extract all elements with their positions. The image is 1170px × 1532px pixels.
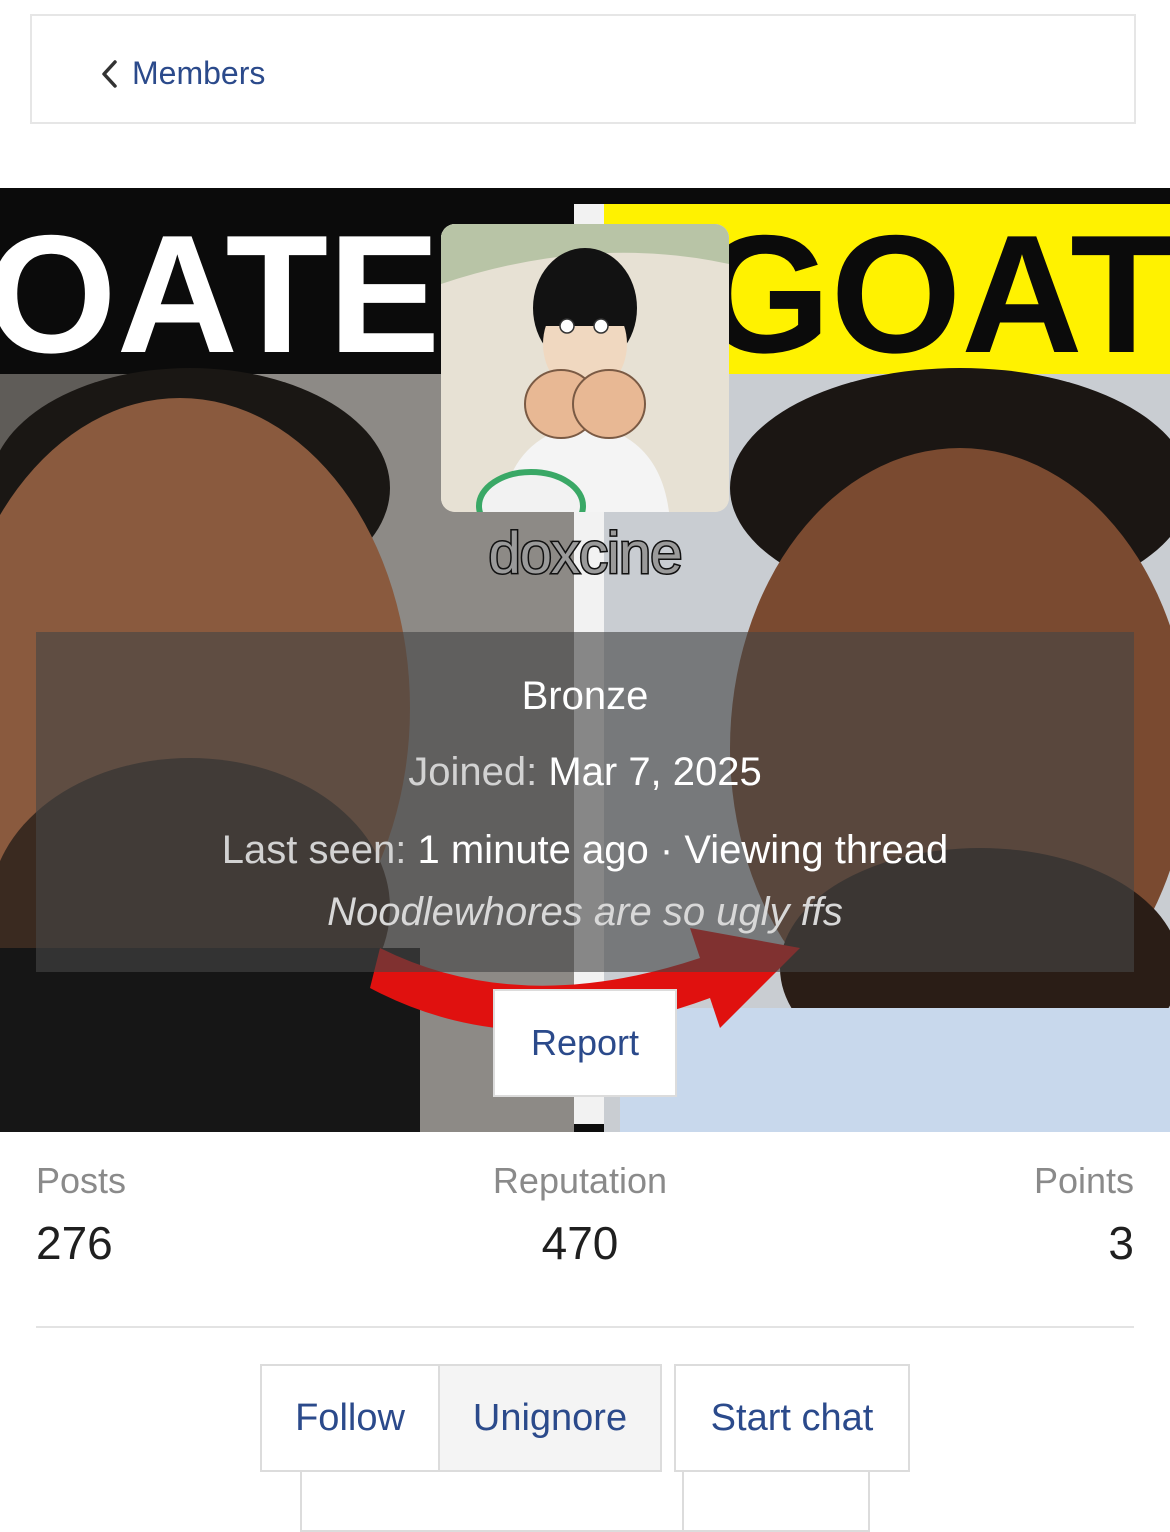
custom-status: Noodlewhores are so ugly ffs: [327, 890, 843, 934]
more-button-partial[interactable]: [682, 1472, 870, 1532]
follow-button[interactable]: Follow: [262, 1366, 440, 1470]
chevron-left-icon: [102, 60, 117, 88]
last-seen-row: Last seen: 1 minute ago · Viewing thread: [36, 828, 1134, 873]
avatar[interactable]: [441, 224, 729, 512]
banner-right-text: GOAT: [700, 200, 1170, 388]
stat-label: Points: [1033, 1160, 1134, 1201]
member-stats: Posts 276 Reputation 470 Points 3: [0, 1160, 1170, 1310]
start-chat-button[interactable]: Start chat: [676, 1366, 908, 1470]
stat-value: 470: [541, 1217, 619, 1269]
avatar-image: [441, 224, 729, 512]
follow-ignore-group: Follow Unignore: [260, 1364, 662, 1472]
username: doxcine: [487, 520, 684, 588]
stat-reputation[interactable]: Reputation 470: [430, 1160, 730, 1270]
stat-value: 276: [36, 1217, 113, 1269]
last-seen-value[interactable]: 1 minute ago · Viewing thread: [418, 828, 949, 872]
unignore-button[interactable]: Unignore: [440, 1366, 660, 1470]
chat-group: Start chat: [674, 1364, 910, 1472]
banner-left-text: OATE: [0, 200, 440, 388]
user-rank: Bronze: [521, 674, 649, 718]
stat-label: Reputation: [492, 1160, 668, 1201]
divider: [36, 1326, 1134, 1328]
joined-label: Joined:: [408, 750, 538, 794]
member-info-panel: Bronze Joined: Mar 7, 2025 Last seen: 1 …: [36, 632, 1134, 972]
joined-row: Joined: Mar 7, 2025: [36, 750, 1134, 795]
joined-value: Mar 7, 2025: [548, 750, 762, 794]
stat-posts[interactable]: Posts 276: [36, 1160, 126, 1270]
breadcrumb-members-link[interactable]: Members: [132, 55, 265, 92]
more-button-partial[interactable]: [300, 1472, 684, 1532]
report-button[interactable]: Report: [493, 989, 677, 1097]
stat-points[interactable]: Points 3: [1034, 1160, 1134, 1270]
last-seen-label: Last seen:: [221, 828, 407, 872]
stat-value: 3: [1108, 1217, 1134, 1269]
stat-label: Posts: [36, 1160, 127, 1201]
breadcrumb[interactable]: Members: [30, 14, 1136, 124]
